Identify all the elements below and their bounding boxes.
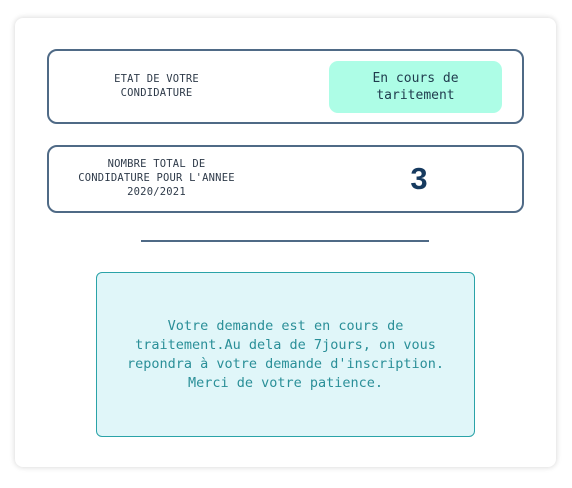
application-count-label: NOMBRE TOTAL DE CONDIDATURE POUR L'ANNEE…	[78, 158, 235, 198]
application-count-box: NOMBRE TOTAL DE CONDIDATURE POUR L'ANNEE…	[47, 145, 524, 213]
application-status-label: ETAT DE VOTRE CONDIDATURE	[114, 73, 199, 99]
application-count-value: 3	[410, 161, 428, 196]
info-message-box: Votre demande est en cours de traitement…	[96, 272, 475, 437]
info-message-text: Votre demande est en cours de traitement…	[127, 317, 444, 391]
section-divider	[141, 240, 429, 242]
application-status-card: ETAT DE VOTRE CONDIDATURE En cours de ta…	[15, 18, 556, 467]
status-badge: En cours de taritement	[329, 61, 502, 113]
application-status-box: ETAT DE VOTRE CONDIDATURE En cours de ta…	[47, 49, 524, 124]
